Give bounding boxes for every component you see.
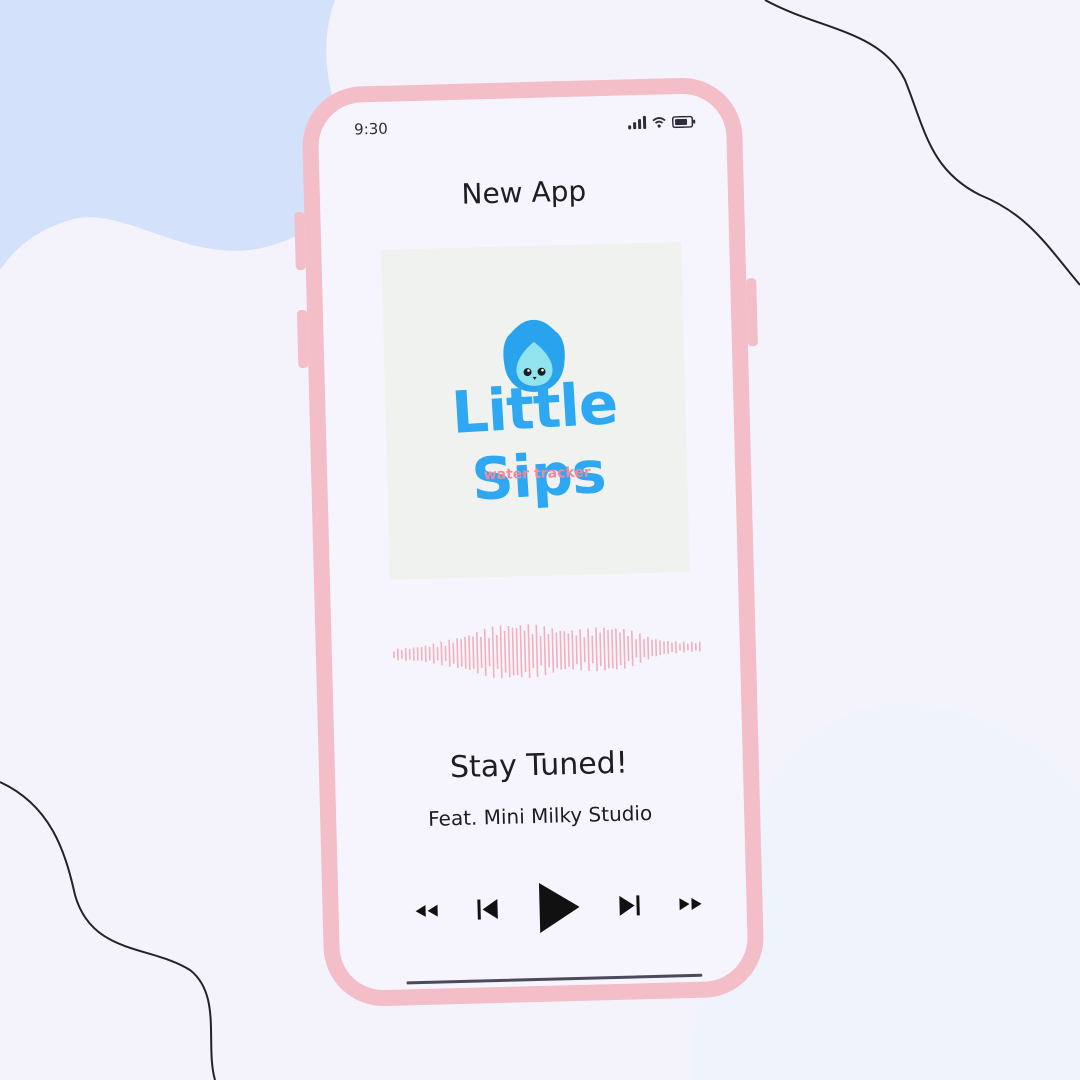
waveform-bar <box>468 635 471 671</box>
waveform-bar <box>559 630 563 670</box>
waveform-bar <box>611 629 614 669</box>
page-title: New App <box>461 174 587 211</box>
rewind-icon <box>415 904 438 917</box>
waveform-bar <box>488 638 491 667</box>
squiggle-top-right <box>764 0 1080 286</box>
fast-forward-button[interactable] <box>677 895 703 914</box>
audio-waveform <box>393 624 701 679</box>
waveform-bar <box>456 638 459 668</box>
waveform-bar <box>630 630 634 667</box>
waveform-bar <box>475 631 479 674</box>
waveform-bar <box>567 633 570 667</box>
waveform-bar <box>483 628 487 676</box>
phone-frame: 9:30 New App Little Sips water tracker S… <box>294 76 765 1008</box>
waveform-bar <box>452 642 455 664</box>
waveform-bar <box>539 635 543 666</box>
previous-button[interactable] <box>474 896 501 923</box>
waveform-bar <box>472 636 475 669</box>
waveform-bar <box>563 631 567 669</box>
phone-side-button <box>294 211 306 271</box>
waveform-bar <box>432 643 435 664</box>
waveform-bar <box>583 637 586 663</box>
waveform-bar <box>503 630 507 673</box>
playback-controls <box>413 874 704 942</box>
waveform-bar <box>603 627 606 671</box>
waveform-bar <box>555 632 559 669</box>
skip-next-icon <box>619 895 640 916</box>
waveform-bar <box>543 626 547 676</box>
waveform-bar <box>551 628 555 673</box>
status-icons <box>628 114 696 130</box>
waveform-bar <box>507 625 511 678</box>
rewind-button[interactable] <box>413 902 439 921</box>
next-button[interactable] <box>616 892 643 919</box>
signal-icon <box>628 115 647 130</box>
waveform-bar <box>531 633 535 669</box>
play-button[interactable] <box>535 880 582 935</box>
waveform-bar <box>627 636 630 662</box>
album-cover: Little Sips water tracker <box>381 242 690 580</box>
battery-icon <box>671 115 696 129</box>
app-name: Little Sips <box>449 368 619 514</box>
waveform-bar <box>464 636 467 669</box>
song-title: Stay Tuned! <box>449 745 629 786</box>
waveform-bar <box>491 626 495 678</box>
waveform-bar <box>571 630 574 670</box>
fast-forward-icon <box>679 897 702 911</box>
waveform-bar <box>495 634 499 670</box>
waveform-bar <box>460 639 463 667</box>
waveform-bar <box>440 641 443 666</box>
waveform-bar <box>591 635 594 664</box>
waveform-bar <box>587 628 590 671</box>
waveform-bar <box>515 627 519 676</box>
home-indicator <box>406 973 703 985</box>
status-time: 9:30 <box>353 119 389 139</box>
waveform-bar <box>575 635 578 665</box>
waveform-bar <box>615 628 618 670</box>
waveform-bar <box>547 633 551 668</box>
phone-side-button <box>296 309 309 369</box>
waveform-bar <box>480 636 483 668</box>
song-artist: Feat. Mini Milky Studio <box>427 800 653 831</box>
play-icon <box>538 882 580 933</box>
squiggle-bottom-left <box>0 781 216 1080</box>
waveform-bar <box>579 629 582 671</box>
skip-previous-icon <box>477 899 498 920</box>
waveform-bar <box>535 624 539 678</box>
waveform-bar <box>639 633 642 663</box>
waveform-bar <box>599 632 602 667</box>
wifi-icon <box>652 117 666 128</box>
waveform-bar <box>595 627 598 672</box>
waveform-bar <box>607 629 610 669</box>
waveform-bar <box>448 639 451 667</box>
waveform-bar <box>619 632 622 666</box>
waveform-bar <box>622 628 626 669</box>
waveform-bar <box>523 630 527 672</box>
waveform-bar <box>519 625 523 678</box>
waveform-bar <box>499 625 503 679</box>
waveform-bar <box>527 624 531 678</box>
phone-power-button <box>746 278 758 347</box>
waveform-bar <box>647 636 650 660</box>
waveform-bar <box>511 627 515 676</box>
